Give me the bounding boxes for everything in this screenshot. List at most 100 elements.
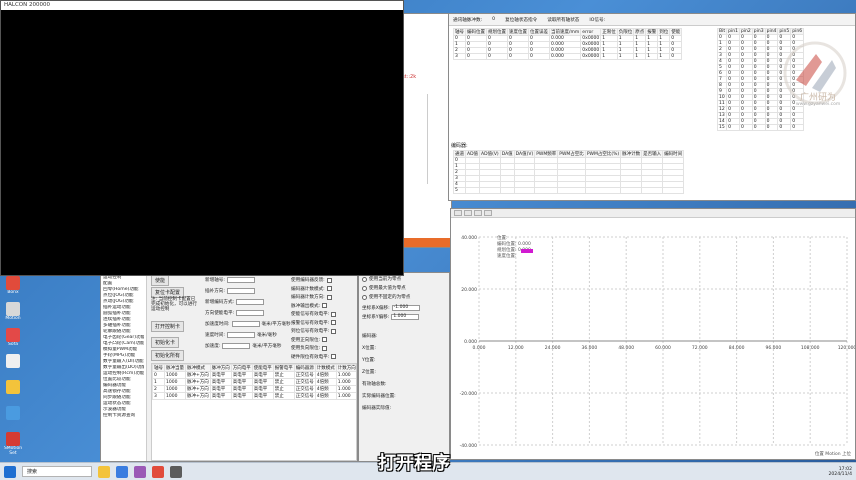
field-input[interactable]	[226, 288, 255, 294]
desktop-icon[interactable]	[2, 406, 24, 432]
tree-item[interactable]: 控制卡资源查询	[103, 413, 144, 419]
field-input[interactable]: -1.000	[391, 305, 420, 311]
column-header[interactable]: 通道	[453, 150, 466, 158]
desktop-icon[interactable]: Sofa	[2, 328, 24, 354]
chart-tool-2[interactable]	[464, 210, 472, 216]
column-header[interactable]: 脉冲模式	[185, 364, 211, 372]
column-header[interactable]: 使能	[669, 28, 683, 36]
chart-tool-4[interactable]	[484, 210, 492, 216]
column-header[interactable]: error	[580, 28, 602, 36]
column-header[interactable]: 轴号	[152, 364, 165, 372]
column-header[interactable]: 正限位	[600, 28, 618, 36]
column-header[interactable]: 方向电平	[230, 364, 253, 372]
terminal-icon[interactable]	[170, 465, 182, 478]
field-checkbox[interactable]	[331, 354, 337, 359]
origin-option[interactable]: 使用不固定的为零点	[362, 294, 410, 300]
desktop-icon[interactable]: Bonx	[2, 276, 24, 302]
field-checkbox[interactable]	[322, 345, 328, 351]
column-header[interactable]: DA值(V)	[513, 150, 536, 158]
position-chart[interactable]: 0.000 12.000 24.000 36.000 48.000 60.000 72.00…	[451, 219, 855, 449]
table-row[interactable]: 3 0 0 0 0 0.000 0x0000 1 1 1 1 1 0	[453, 53, 683, 60]
column-header[interactable]: pin2	[738, 28, 753, 35]
column-header[interactable]: 脉冲计数	[620, 150, 643, 158]
toolbar-item[interactable]: 通讯轴脉冲数:	[453, 17, 482, 23]
field-checkbox[interactable]	[331, 311, 337, 317]
search-input[interactable]: 搜索	[22, 466, 92, 477]
column-header[interactable]: 报警	[645, 28, 659, 36]
field-checkbox[interactable]	[331, 328, 337, 334]
field-input[interactable]: 1.000	[391, 314, 420, 320]
field-checkbox[interactable]	[326, 294, 332, 300]
column-header[interactable]: 规划位置	[486, 28, 508, 36]
init-card-button[interactable]: 初始化卡	[151, 337, 180, 348]
toolbar-item[interactable]: 0	[492, 17, 495, 22]
table-row[interactable]: 11000脉冲+方向高电平高电平高电平禁止正交信号4倍频1.0003ZT	[152, 378, 356, 386]
column-header[interactable]: PWM占空比(%)	[584, 150, 622, 158]
column-header[interactable]: PWM占空比	[557, 150, 586, 158]
field-checkbox[interactable]	[326, 277, 332, 283]
field-input[interactable]	[226, 277, 255, 283]
column-header[interactable]: 到位	[657, 28, 671, 36]
radio-button[interactable]	[362, 276, 367, 282]
column-header[interactable]: 位置误差	[528, 28, 550, 36]
folder-icon[interactable]	[98, 465, 110, 478]
desktop-icon[interactable]: Motion	[2, 302, 24, 328]
halcon-graphics-window[interactable]: HALCON 200000	[0, 0, 404, 276]
radio-button[interactable]	[362, 285, 367, 291]
column-header[interactable]: 脉冲当量	[164, 364, 186, 372]
column-header[interactable]: 负限位	[616, 28, 635, 36]
column-header[interactable]: DA值	[499, 150, 515, 158]
chart-tool-3[interactable]	[474, 210, 482, 216]
table-row[interactable]: 01000脉冲+方向高电平高电平高电平禁止正交信号4倍频1.0003ZT	[152, 371, 356, 379]
column-header[interactable]: pin1	[726, 28, 740, 35]
column-header[interactable]: pin4	[764, 28, 779, 35]
chart-tool-1[interactable]	[454, 210, 462, 216]
radio-button[interactable]	[362, 294, 367, 300]
desktop-icon[interactable]	[2, 380, 24, 406]
column-header[interactable]: pin5	[777, 28, 792, 35]
column-header[interactable]: AD值(V)	[479, 150, 501, 158]
field-checkbox[interactable]	[322, 337, 328, 342]
init-all-button[interactable]: 初始化所有	[151, 350, 185, 361]
column-header[interactable]: 当前速度/mm	[548, 28, 582, 36]
table-row[interactable]: 21000脉冲+方向高电平高电平高电平禁止正交信号4倍频1.0003ZT	[152, 385, 356, 393]
function-tree[interactable]: 运动控制 配置 回零(Home)功能 点位(JOG)功能 点动(JOG)功能 插补运动功能…	[101, 273, 147, 461]
origin-option[interactable]: 使用当前为零点	[362, 276, 401, 282]
column-header[interactable]: AD值	[464, 150, 481, 158]
field-input[interactable]	[236, 310, 265, 316]
toolbar-item[interactable]: 读取所有轴状态	[547, 17, 579, 23]
column-header[interactable]: 原点	[633, 28, 647, 36]
open-card-button[interactable]: 打开控制卡	[151, 321, 185, 332]
origin-option[interactable]: 使用最大值为零点	[362, 285, 406, 291]
column-header[interactable]: 计数模式	[314, 364, 337, 372]
start-icon[interactable]	[4, 465, 16, 478]
column-header[interactable]: 轴号	[453, 28, 466, 36]
toolbar-item[interactable]: 复位轴状态指令	[505, 17, 537, 23]
motion-app-icon[interactable]	[152, 465, 164, 478]
enable-button[interactable]: 使能	[151, 275, 170, 286]
field-checkbox[interactable]	[326, 286, 332, 291]
field-input[interactable]	[231, 321, 260, 327]
field-input[interactable]	[236, 299, 265, 305]
column-header[interactable]: 编码器源	[293, 364, 316, 372]
app-icon[interactable]	[134, 465, 146, 478]
column-header[interactable]: pin6	[790, 28, 805, 35]
table-row[interactable]: 5	[453, 187, 685, 194]
desktop-icon[interactable]	[2, 354, 24, 380]
field-input[interactable]	[226, 332, 255, 338]
column-header[interactable]: 编码位置	[465, 28, 487, 36]
column-header[interactable]: 是否输入	[641, 150, 664, 158]
column-header[interactable]: pin3	[751, 28, 766, 35]
column-header[interactable]: PWM频率	[534, 150, 559, 158]
clock[interactable]: 17:02 2024/11/4	[828, 467, 852, 477]
column-header[interactable]: 脉冲方向	[209, 364, 232, 372]
field-input[interactable]	[222, 343, 251, 349]
table-row[interactable]: 31000脉冲+方向高电平高电平高电平禁止正交信号4倍频1.0003ZT	[152, 392, 356, 400]
column-header[interactable]: 编码时间	[662, 150, 685, 158]
field-checkbox[interactable]	[322, 303, 328, 308]
column-header[interactable]: 计数方向	[335, 364, 356, 372]
column-header[interactable]: 速度位置	[507, 28, 529, 36]
desktop-icon[interactable]: SMotion Set	[2, 432, 24, 458]
toolbar-item[interactable]: IO信号:	[589, 17, 605, 23]
column-header[interactable]: 使能电平	[251, 364, 274, 372]
